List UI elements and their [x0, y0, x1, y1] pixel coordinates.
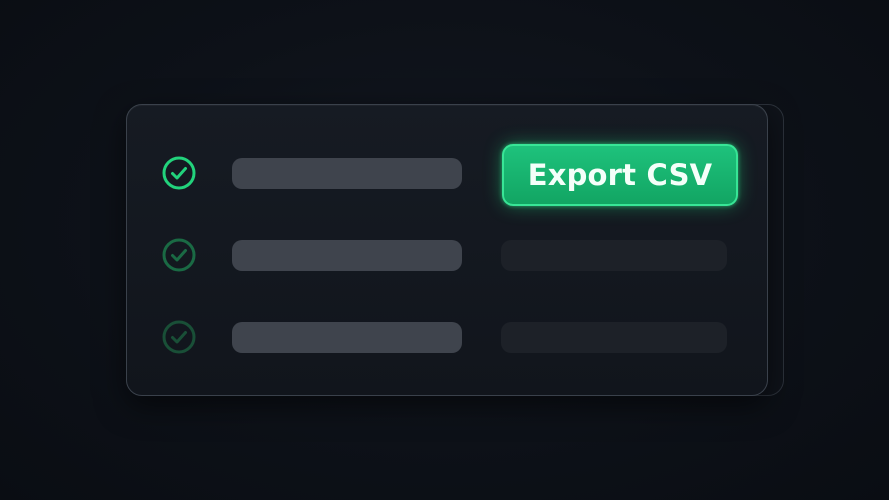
row-placeholder-bar [232, 158, 462, 189]
check-circle-icon [162, 238, 196, 272]
list-item [127, 235, 767, 275]
export-rows-panel: Export CSV [126, 104, 768, 396]
row-placeholder-bar [232, 322, 462, 353]
row-action-slot [501, 240, 727, 271]
list-item [127, 317, 767, 357]
row-placeholder-bar [232, 240, 462, 271]
check-circle-icon [162, 156, 196, 190]
check-circle-icon [162, 320, 196, 354]
export-csv-button[interactable]: Export CSV [502, 144, 738, 206]
row-action-slot [501, 322, 727, 353]
